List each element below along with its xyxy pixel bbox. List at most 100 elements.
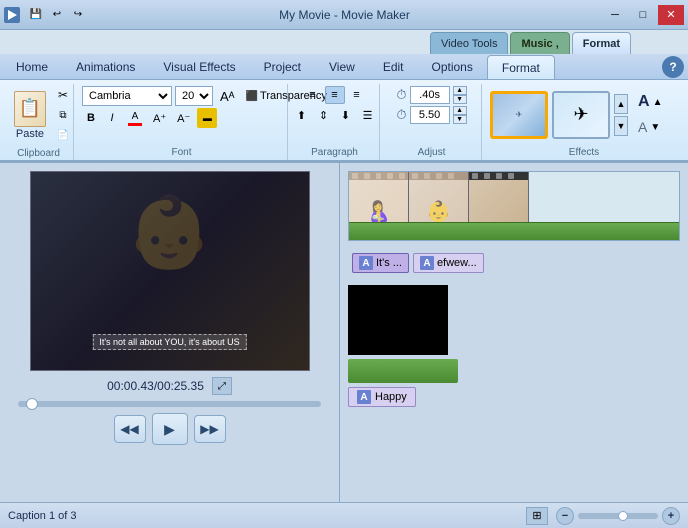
align-top-btn[interactable]: ⬆ bbox=[292, 106, 312, 124]
zoom-handle[interactable] bbox=[618, 511, 628, 521]
font-size-up-btn[interactable]: A⁺ bbox=[149, 108, 170, 128]
font-size-down-btn[interactable]: A⁻ bbox=[173, 108, 194, 128]
text-clip-2[interactable]: A efwew... bbox=[413, 253, 484, 273]
align-right-btn[interactable]: ≡ bbox=[347, 86, 367, 104]
effect-thumb-2[interactable]: ✈ bbox=[552, 91, 610, 139]
text-clip-1[interactable]: A It's ... bbox=[352, 253, 409, 273]
font-aa-btn[interactable]: Aᴬ bbox=[216, 86, 239, 106]
tab-home[interactable]: Home bbox=[2, 55, 62, 79]
help-button[interactable]: ? bbox=[662, 56, 684, 78]
tab-visual-effects[interactable]: Visual Effects bbox=[149, 55, 249, 79]
zoom-slider[interactable] bbox=[578, 513, 658, 519]
italic-btn[interactable]: I bbox=[103, 108, 121, 128]
sprockets-top-3 bbox=[469, 172, 528, 180]
prev-frame-btn[interactable]: ◀◀ bbox=[114, 415, 146, 443]
start-time-input[interactable] bbox=[410, 106, 450, 124]
undo-btn[interactable]: ↩ bbox=[48, 6, 66, 24]
close-btn[interactable]: ✕ bbox=[658, 5, 684, 25]
tab-format-context[interactable]: Format bbox=[572, 32, 631, 54]
duration-up-btn[interactable]: ▲ bbox=[453, 86, 467, 95]
paragraph-content: ≡ ≡ ≡ ⬆ ⇕ ⬇ ☰ bbox=[296, 84, 373, 145]
tab-format[interactable]: Format bbox=[487, 55, 555, 79]
tab-animations[interactable]: Animations bbox=[62, 55, 149, 79]
happy-clip[interactable]: A Happy bbox=[348, 387, 416, 407]
start-time-down-btn[interactable]: ▼ bbox=[453, 115, 467, 124]
clip-text-1: It's ... bbox=[376, 257, 402, 269]
ribbon-group-clipboard: 📋 Paste ✂ ⧉ 📄 Clipboard bbox=[4, 84, 74, 160]
font-size-select[interactable]: 20 bbox=[175, 86, 213, 106]
font-color-btn[interactable]: A bbox=[124, 108, 146, 128]
audio-waveform-strip bbox=[349, 222, 679, 240]
main-tabs-bar: Home Animations Visual Effects Project V… bbox=[0, 54, 688, 80]
duration-icon: ⏱ bbox=[396, 87, 406, 103]
ribbon-group-adjust: ⏱ ▲ ▼ ⏱ ▲ ▼ Adjust bbox=[382, 84, 482, 160]
quick-save-btn[interactable]: 💾 bbox=[27, 6, 45, 24]
effect-preview-1: ✈ bbox=[493, 94, 545, 136]
font-content: Cambria 20 Aᴬ ⬛ Transparency B I A bbox=[82, 84, 281, 145]
main-content: 👶 It's not all about YOU, it's about US … bbox=[0, 162, 688, 502]
maximize-btn[interactable]: □ bbox=[630, 5, 656, 25]
paste-button[interactable]: 📋 Paste bbox=[10, 89, 50, 142]
duration-down-btn[interactable]: ▼ bbox=[453, 95, 467, 104]
text-aa-small-btn[interactable]: A ▼ bbox=[632, 116, 668, 138]
tab-music[interactable]: Music , bbox=[510, 32, 569, 54]
ribbon-group-paragraph: ≡ ≡ ≡ ⬆ ⇕ ⬇ ☰ Paragraph bbox=[290, 84, 380, 160]
window-buttons: ─ □ ✕ bbox=[602, 5, 684, 25]
copy-btn[interactable]: ⧉ bbox=[54, 106, 72, 124]
context-tabs-bar: Video Tools Music , Format bbox=[0, 30, 688, 54]
bold-btn[interactable]: B bbox=[82, 108, 100, 128]
seek-bar[interactable] bbox=[18, 401, 321, 407]
tab-view[interactable]: View bbox=[315, 55, 369, 79]
play-btn[interactable]: ▶ bbox=[152, 413, 188, 445]
text-aa-small-icon: A bbox=[638, 119, 647, 135]
timeline-section-2: A Happy bbox=[348, 285, 680, 407]
expand-preview-btn[interactable]: ⤢ bbox=[212, 377, 232, 395]
status-bar: Caption 1 of 3 ⊞ − + bbox=[0, 502, 688, 528]
ribbon-group-effects: ✈ ✈ ▲ ▼ A ▲ bbox=[484, 84, 684, 160]
font-name-select[interactable]: Cambria bbox=[82, 86, 172, 106]
zoom-in-btn[interactable]: + bbox=[662, 507, 680, 525]
effect-scroll-down-btn[interactable]: ▼ bbox=[614, 116, 628, 136]
minimize-btn[interactable]: ─ bbox=[602, 5, 628, 25]
seek-handle[interactable] bbox=[26, 398, 38, 410]
bullets-btn[interactable]: ☰ bbox=[358, 106, 378, 124]
preview-caption-text: It's not all about YOU, it's about US bbox=[92, 334, 246, 350]
tab-edit[interactable]: Edit bbox=[369, 55, 418, 79]
clip-letter-2: A bbox=[420, 256, 434, 270]
adjust-content: ⏱ ▲ ▼ ⏱ ▲ ▼ bbox=[388, 84, 475, 145]
font-label: Font bbox=[82, 145, 281, 160]
effect-scroll-btns: ▲ ▼ bbox=[614, 94, 628, 136]
text-highlight-btn[interactable]: ▬ bbox=[197, 108, 217, 128]
align-bottom-btn[interactable]: ⬇ bbox=[336, 106, 356, 124]
tab-project[interactable]: Project bbox=[250, 55, 315, 79]
align-middle-btn[interactable]: ⇕ bbox=[314, 106, 334, 124]
clipboard-label: Clipboard bbox=[10, 146, 67, 161]
redo-btn[interactable]: ↪ bbox=[69, 6, 87, 24]
para-row-1: ≡ ≡ ≡ bbox=[303, 86, 367, 104]
effect-preview-2: ✈ bbox=[554, 93, 608, 137]
next-frame-btn[interactable]: ▶▶ bbox=[194, 415, 226, 443]
transparency-icon: ⬛ bbox=[246, 91, 258, 102]
happy-clip-letter: A bbox=[357, 390, 371, 404]
start-time-up-btn[interactable]: ▲ bbox=[453, 106, 467, 115]
align-left-btn[interactable]: ≡ bbox=[303, 86, 323, 104]
align-center-btn[interactable]: ≡ bbox=[325, 86, 345, 104]
black-video-block bbox=[348, 285, 448, 355]
clipboard-content: 📋 Paste ✂ ⧉ 📄 bbox=[10, 84, 67, 146]
effects-content: ✈ ✈ ▲ ▼ A ▲ bbox=[490, 84, 678, 145]
text-aa-large-btn[interactable]: A ▲ bbox=[632, 91, 668, 113]
zoom-out-btn[interactable]: − bbox=[556, 507, 574, 525]
effect-thumb-1[interactable]: ✈ bbox=[490, 91, 548, 139]
tab-options[interactable]: Options bbox=[418, 55, 487, 79]
text-aa-icon: A bbox=[638, 93, 650, 111]
monitor-btn[interactable]: ⊞ bbox=[526, 507, 548, 525]
paste-special-btn[interactable]: 📄 bbox=[54, 126, 72, 144]
left-panel: 👶 It's not all about YOU, it's about US … bbox=[0, 163, 340, 502]
clip-text-2: efwew... bbox=[437, 257, 477, 269]
cut-btn[interactable]: ✂ bbox=[54, 86, 72, 104]
duration-input[interactable] bbox=[410, 86, 450, 104]
adjust-row-1: ⏱ ▲ ▼ bbox=[396, 86, 466, 104]
tab-video-tools[interactable]: Video Tools bbox=[430, 32, 508, 54]
para-row-2: ⬆ ⇕ ⬇ ☰ bbox=[292, 106, 378, 124]
effect-scroll-up-btn[interactable]: ▲ bbox=[614, 94, 628, 114]
